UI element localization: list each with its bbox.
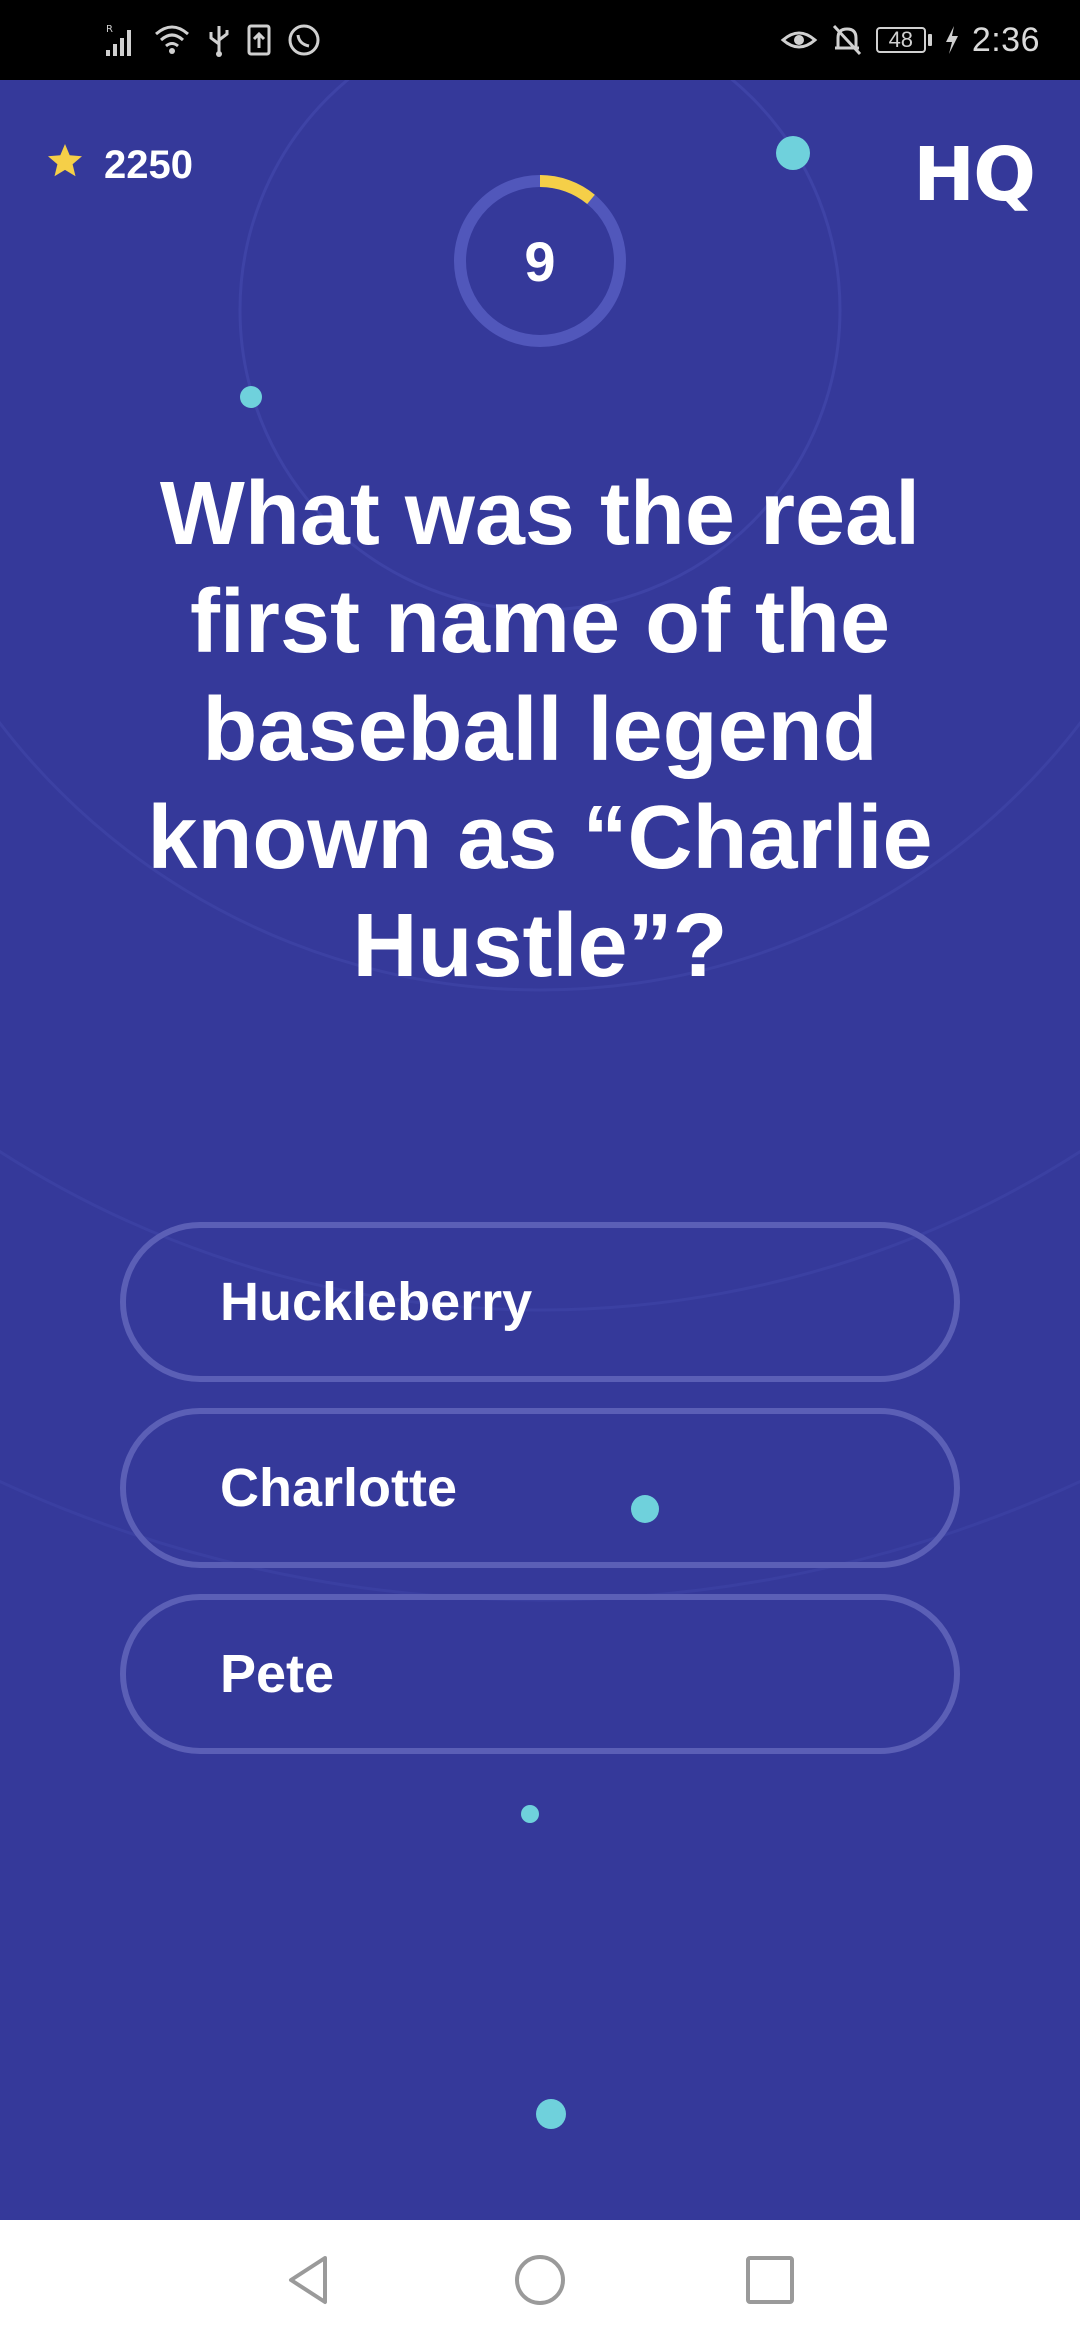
score-value: 2250 <box>104 142 193 187</box>
status-icons-left: R <box>104 18 322 62</box>
decorative-dot <box>536 2099 566 2129</box>
star-icon <box>46 142 84 188</box>
decorative-dot <box>521 1805 539 1823</box>
whatsapp-icon <box>286 22 322 58</box>
charging-icon <box>944 25 960 55</box>
answer-option-3[interactable]: Pete <box>120 1594 960 1754</box>
answer-option-1[interactable]: Huckleberry <box>120 1222 960 1382</box>
hq-logo: HQ <box>913 132 1036 218</box>
upload-icon <box>246 22 272 58</box>
navigation-bar <box>0 2220 1080 2340</box>
answer-option-2[interactable]: Charlotte <box>120 1408 960 1568</box>
countdown-timer: 9 <box>451 172 629 350</box>
recents-icon[interactable] <box>740 2250 800 2310</box>
score-display: 2250 <box>46 142 193 188</box>
answer-list: Huckleberry Charlotte Pete <box>120 1222 960 1780</box>
status-bar: R 48 2:36 <box>0 0 1080 80</box>
home-icon[interactable] <box>510 2250 570 2310</box>
signal-badge: R <box>106 24 113 35</box>
game-screen: 2250 HQ 9 What was the real first name o… <box>0 80 1080 2220</box>
status-icons-right: 48 2:36 <box>780 18 1040 62</box>
notifications-off-icon <box>830 22 864 58</box>
decorative-dot <box>240 386 262 408</box>
signal-icon: R <box>104 22 138 58</box>
usb-icon <box>206 22 232 58</box>
back-icon[interactable] <box>279 2250 339 2310</box>
background-rings <box>0 80 1080 1602</box>
decorative-dot <box>776 136 810 170</box>
timer-value: 9 <box>524 229 556 293</box>
eye-icon <box>780 22 818 58</box>
battery-icon: 48 <box>875 27 932 53</box>
status-time: 2:36 <box>971 20 1040 59</box>
question-text: What was the real first name of the base… <box>147 464 933 996</box>
wifi-icon <box>152 22 192 58</box>
battery-level: 48 <box>875 27 926 53</box>
